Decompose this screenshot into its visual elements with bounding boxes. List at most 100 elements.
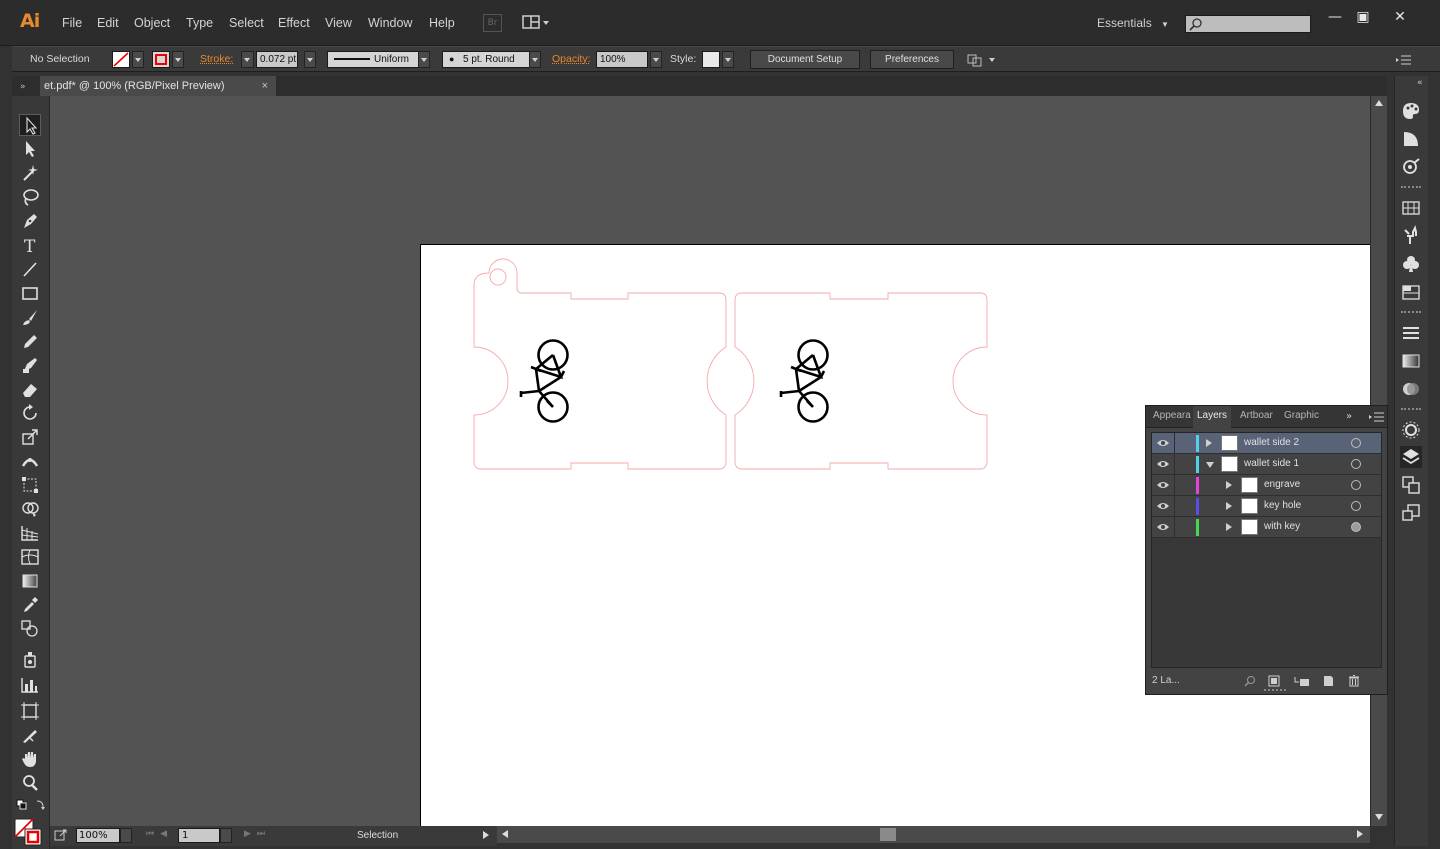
visibility-eye-icon[interactable] xyxy=(1156,458,1170,470)
chevron-right-icon[interactable] xyxy=(1226,481,1232,489)
pen-tool[interactable] xyxy=(19,210,41,232)
color-guide-panel-button[interactable] xyxy=(1400,128,1422,150)
tab-appearance[interactable]: Appeara xyxy=(1153,410,1191,421)
help-search-input[interactable] xyxy=(1185,15,1311,33)
zoom-level-input[interactable]: 100% xyxy=(76,828,120,843)
layer-row[interactable]: wallet side 1 xyxy=(1152,454,1381,475)
collapse-panels-icon[interactable]: » xyxy=(20,82,26,92)
stroke-dropdown[interactable] xyxy=(172,51,184,68)
make-clipping-mask-button[interactable] xyxy=(1268,675,1280,687)
profile-dropdown[interactable] xyxy=(418,51,430,68)
stroke-weight-dropdown[interactable] xyxy=(304,51,316,68)
fill-stroke-widget[interactable] xyxy=(14,818,44,846)
target-circle-icon[interactable] xyxy=(1351,522,1361,532)
width-tool[interactable] xyxy=(19,450,41,472)
key-hole[interactable] xyxy=(489,268,507,286)
layer-name[interactable]: key hole xyxy=(1264,500,1301,511)
tab-artboards[interactable]: Artboar xyxy=(1240,410,1273,421)
target-circle-icon[interactable] xyxy=(1351,501,1361,511)
resize-grip[interactable] xyxy=(1264,689,1286,693)
artboards-panel-button[interactable] xyxy=(1400,474,1422,496)
layer-row[interactable]: with key xyxy=(1152,517,1381,538)
create-new-layer-button[interactable] xyxy=(1322,675,1334,687)
free-transform-tool[interactable] xyxy=(19,474,41,496)
symbol-sprayer-tool[interactable] xyxy=(19,648,41,670)
direct-selection-tool[interactable] xyxy=(19,138,41,160)
stroke-weight-stepper[interactable] xyxy=(241,51,254,68)
chevron-down-icon[interactable] xyxy=(1206,462,1214,468)
layers-panel-button[interactable] xyxy=(1400,446,1422,468)
paintbrush-tool[interactable] xyxy=(19,306,41,328)
bicycle-engraving-right[interactable] xyxy=(779,339,829,423)
layers-panel-menu-button[interactable] xyxy=(1368,410,1386,424)
fill-dropdown[interactable] xyxy=(132,51,144,68)
delete-layer-button[interactable] xyxy=(1348,674,1360,687)
line-segment-tool[interactable] xyxy=(19,258,41,280)
transparency-panel-button[interactable] xyxy=(1400,378,1422,400)
zoom-tool[interactable] xyxy=(19,772,41,794)
menu-window[interactable]: Window xyxy=(368,16,412,30)
eraser-tool[interactable] xyxy=(19,378,41,400)
variable-width-profile[interactable]: Uniform xyxy=(327,51,419,68)
target-circle-icon[interactable] xyxy=(1351,438,1361,448)
visibility-eye-icon[interactable] xyxy=(1156,500,1170,512)
slice-tool[interactable] xyxy=(19,724,41,746)
swatches-panel-button[interactable] xyxy=(1400,197,1422,219)
selection-tool[interactable] xyxy=(19,114,41,136)
mesh-tool[interactable] xyxy=(19,546,41,568)
appearance-panel-button[interactable] xyxy=(1400,419,1422,441)
menu-object[interactable]: Object xyxy=(134,16,170,30)
scale-tool[interactable] xyxy=(19,426,41,448)
wallet-side-1-outline[interactable] xyxy=(473,258,727,470)
expand-panels-icon[interactable]: « xyxy=(1417,78,1423,88)
scroll-up-arrow-icon[interactable] xyxy=(1375,100,1383,106)
pencil-tool[interactable] xyxy=(19,330,41,352)
layer-name[interactable]: with key xyxy=(1264,521,1300,532)
menu-file[interactable]: File xyxy=(62,16,82,30)
brush-definition[interactable]: ● 5 pt. Round xyxy=(442,51,530,68)
graphic-style-swatch[interactable] xyxy=(702,51,720,68)
create-sublayer-button[interactable] xyxy=(1294,675,1310,687)
layer-name[interactable]: wallet side 2 xyxy=(1244,437,1299,448)
stroke-panel-button[interactable] xyxy=(1400,322,1422,344)
artboard-number-input[interactable]: 1 xyxy=(178,828,220,843)
scroll-left-arrow-icon[interactable] xyxy=(502,830,508,838)
menu-effect[interactable]: Effect xyxy=(278,16,310,30)
type-tool[interactable]: T xyxy=(19,234,41,257)
brush-dropdown[interactable] xyxy=(529,51,541,68)
horizontal-scrollbar[interactable] xyxy=(497,826,1370,843)
gradient-tool[interactable] xyxy=(19,570,41,592)
brushes-panel-button[interactable] xyxy=(1400,225,1422,247)
target-circle-icon[interactable] xyxy=(1351,480,1361,490)
layer-row[interactable]: engrave xyxy=(1152,475,1381,496)
chevron-right-icon[interactable] xyxy=(1206,439,1212,447)
opacity-slider-button[interactable] xyxy=(650,51,662,68)
close-window-button[interactable]: ✕ xyxy=(1387,8,1413,26)
column-graph-tool[interactable] xyxy=(19,674,41,696)
bridge-button[interactable]: Br xyxy=(483,14,502,32)
wallet-side-2-outline[interactable] xyxy=(734,292,988,470)
menu-type[interactable]: Type xyxy=(186,16,213,30)
stroke-link[interactable]: Stroke: xyxy=(200,53,233,65)
artboard-tool[interactable] xyxy=(19,700,41,722)
magic-wand-tool[interactable] xyxy=(19,162,41,184)
minimize-button[interactable]: — xyxy=(1322,8,1348,26)
close-icon[interactable]: × xyxy=(262,76,268,96)
hand-tool[interactable] xyxy=(19,748,41,770)
gradient-panel-button[interactable] xyxy=(1400,350,1422,372)
blob-brush-tool[interactable] xyxy=(19,354,41,376)
preferences-button[interactable]: Preferences xyxy=(870,50,954,69)
stroke-swatch[interactable] xyxy=(152,51,170,68)
scroll-right-arrow-icon[interactable] xyxy=(1357,830,1363,838)
layer-row[interactable]: key hole xyxy=(1152,496,1381,517)
artboard-dropdown[interactable] xyxy=(220,828,232,843)
graphic-styles-library-button[interactable] xyxy=(1400,502,1422,524)
visibility-eye-icon[interactable] xyxy=(1156,521,1170,533)
blend-tool[interactable] xyxy=(19,618,41,640)
symbols-panel-button[interactable] xyxy=(1400,253,1422,275)
fill-swatch[interactable] xyxy=(112,51,130,68)
shape-builder-tool[interactable] xyxy=(19,498,41,520)
workspace-switcher[interactable]: Essentials ▼ xyxy=(1097,16,1169,30)
color-panel-button[interactable] xyxy=(1400,100,1422,122)
opacity-input[interactable]: 100% xyxy=(596,51,648,68)
